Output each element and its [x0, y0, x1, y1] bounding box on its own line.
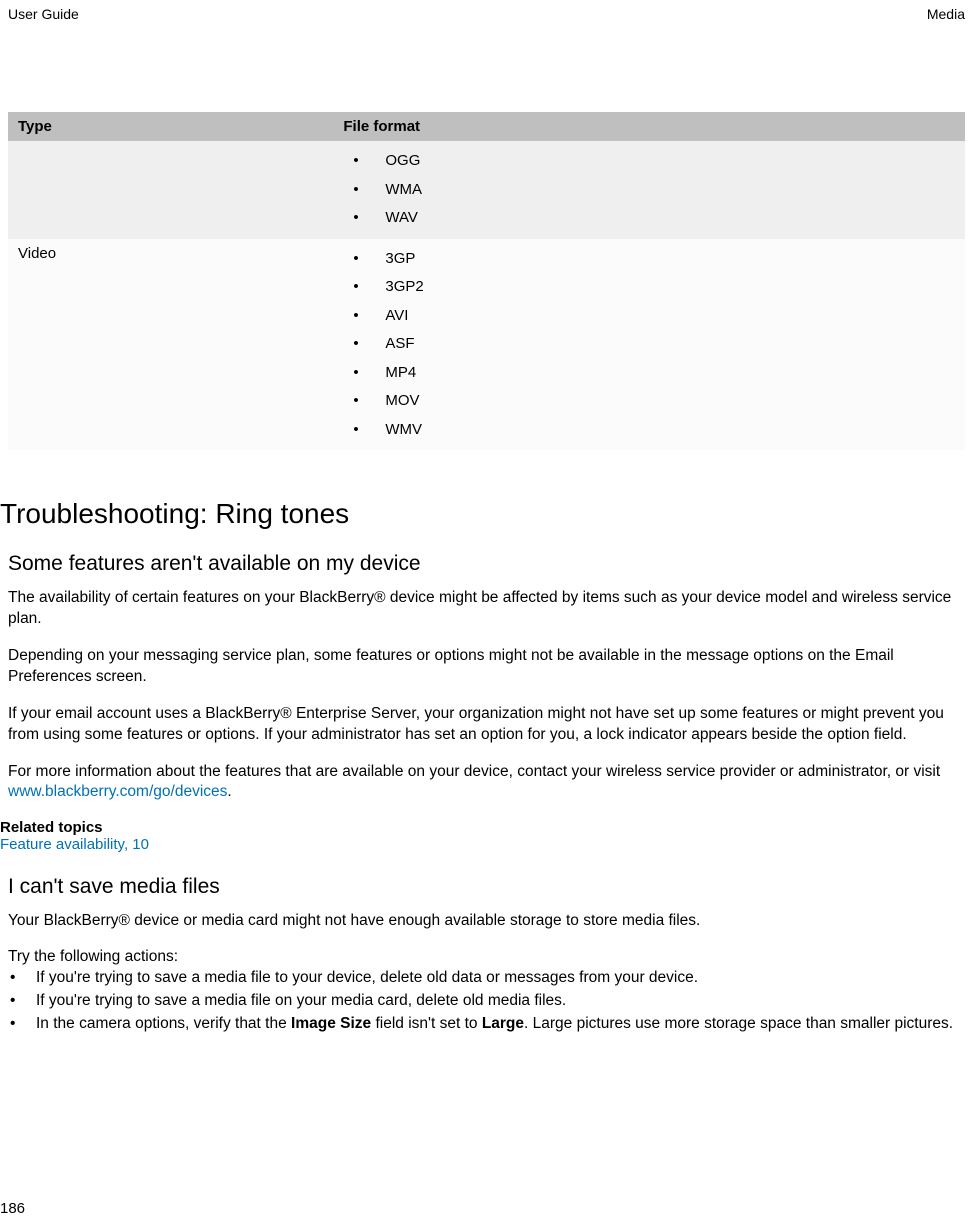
list-item: WMA: [343, 176, 955, 205]
related-topics-link[interactable]: Feature availability, 10: [0, 836, 973, 853]
subsection-heading-media: I can't save media files: [8, 875, 965, 899]
page-number: 186: [0, 1200, 25, 1217]
text-span: In the camera options, verify that the: [36, 1015, 291, 1032]
list-item: In the camera options, verify that the I…: [8, 1014, 965, 1035]
table-cell-type: Video: [8, 239, 333, 451]
subsection-heading-features: Some features aren't available on my dev…: [8, 552, 965, 576]
table-row: OGG WMA WAV: [8, 141, 965, 239]
table-cell-formats: 3GP 3GP2 AVI ASF MP4 MOV WMV: [333, 239, 965, 451]
list-item: MOV: [343, 387, 955, 416]
body-paragraph: Your BlackBerry® device or media card mi…: [8, 911, 965, 932]
bold-text: Large: [482, 1015, 524, 1032]
page-header: User Guide Media: [0, 0, 973, 22]
table-cell-formats: OGG WMA WAV: [333, 141, 965, 239]
text-span: .: [227, 783, 231, 800]
file-format-table: Type File format OGG WMA WAV Video: [8, 112, 965, 450]
bold-text: Image Size: [291, 1015, 371, 1032]
list-item: WMV: [343, 416, 955, 445]
body-paragraph: Depending on your messaging service plan…: [8, 646, 965, 688]
body-paragraph: For more information about the features …: [8, 762, 965, 804]
section-heading-troubleshooting: Troubleshooting: Ring tones: [0, 498, 965, 530]
list-item: MP4: [343, 359, 955, 388]
text-span: . Large pictures use more storage space …: [524, 1015, 953, 1032]
list-item: OGG: [343, 147, 955, 176]
body-paragraph: The availability of certain features on …: [8, 588, 965, 630]
devices-link[interactable]: www.blackberry.com/go/devices: [8, 783, 227, 800]
related-topics-label: Related topics: [0, 819, 973, 836]
actions-intro: Try the following actions:: [8, 948, 965, 966]
list-item: If you're trying to save a media file on…: [8, 991, 965, 1012]
text-span: For more information about the features …: [8, 763, 940, 780]
header-left: User Guide: [8, 6, 79, 22]
list-item: ASF: [343, 330, 955, 359]
actions-list: If you're trying to save a media file to…: [8, 968, 965, 1035]
list-item: 3GP2: [343, 273, 955, 302]
list-item: 3GP: [343, 245, 955, 274]
table-header-row: Type File format: [8, 112, 965, 141]
table-header-type: Type: [8, 112, 333, 141]
table-cell-type: [8, 141, 333, 239]
list-item: WAV: [343, 204, 955, 233]
header-right: Media: [927, 6, 965, 22]
list-item: AVI: [343, 302, 955, 331]
text-span: field isn't set to: [371, 1015, 482, 1032]
table-row: Video 3GP 3GP2 AVI ASF MP4 MOV WMV: [8, 239, 965, 451]
list-item: If you're trying to save a media file to…: [8, 968, 965, 989]
body-paragraph: If your email account uses a BlackBerry®…: [8, 704, 965, 746]
table-header-format: File format: [333, 112, 965, 141]
